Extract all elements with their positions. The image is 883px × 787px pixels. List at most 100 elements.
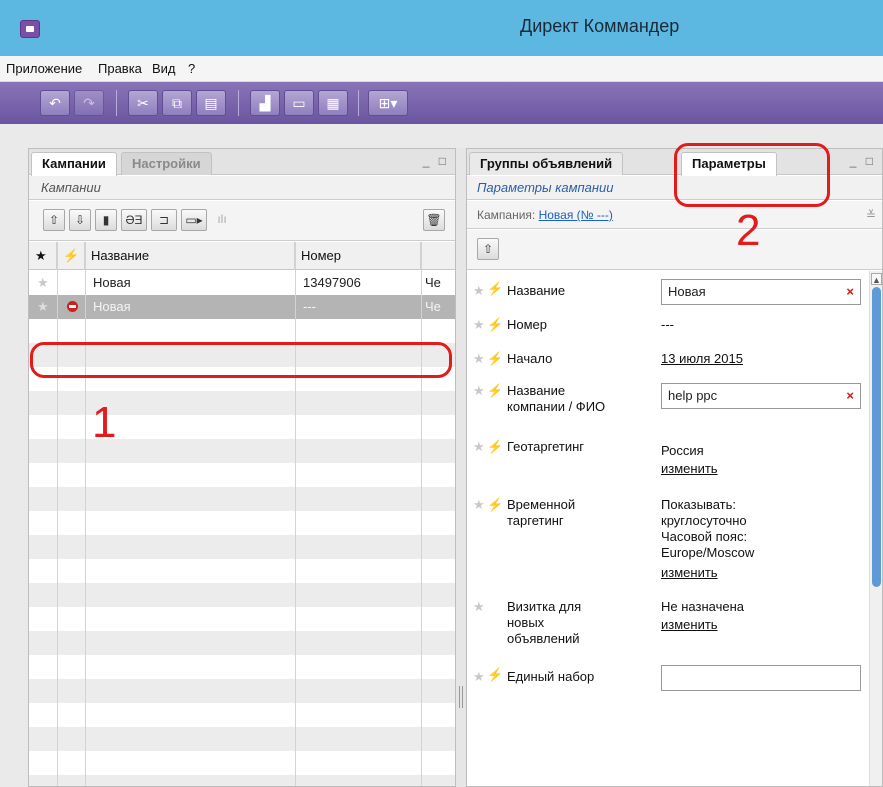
download-button[interactable]: ⇩ xyxy=(69,209,91,231)
parameters-list: ★ ⚡ Название Новая × ★ ⚡ Номер --- ★ ⚡ Н… xyxy=(467,271,869,786)
stats-button[interactable]: ▟ xyxy=(250,90,280,116)
table-row[interactable] xyxy=(29,727,455,751)
single-set-input[interactable] xyxy=(661,665,861,691)
rename-button[interactable]: ƏƎ xyxy=(121,209,147,231)
left-tabstrip: Кампании Настройки _ □ xyxy=(29,149,455,176)
column-number[interactable]: Номер xyxy=(295,242,421,270)
table-row[interactable] xyxy=(29,583,455,607)
table-button[interactable]: ▦ xyxy=(318,90,348,116)
collapse-icon[interactable]: ≚ xyxy=(866,201,876,229)
star-icon[interactable]: ★ xyxy=(473,497,485,513)
menu-edit[interactable]: Правка xyxy=(98,61,142,76)
banner-button[interactable]: ▭ xyxy=(284,90,314,116)
change-time-targeting-link[interactable]: изменить xyxy=(661,565,861,581)
paste-button[interactable]: ▤ xyxy=(196,90,226,116)
annotation-ellipse-1 xyxy=(30,342,452,378)
table-row[interactable] xyxy=(29,559,455,583)
upload-button[interactable]: ⇧ xyxy=(477,238,499,260)
param-label: Геотаргетинг xyxy=(507,439,585,454)
panel-splitter[interactable] xyxy=(456,148,466,787)
star-icon[interactable]: ★ xyxy=(473,283,485,299)
star-icon[interactable]: ★ xyxy=(473,599,485,615)
table-row[interactable] xyxy=(29,511,455,535)
main-toolbar: ↶ ↷ ✂ ⧉ ▤ ▟ ▭ ▦ ⊞▾ xyxy=(0,82,883,124)
tab-parameters[interactable]: Параметры xyxy=(681,152,777,176)
redo-button[interactable]: ↷ xyxy=(74,90,104,116)
stats-button[interactable]: ılı xyxy=(211,209,233,231)
campaign-name-input[interactable]: Новая × xyxy=(661,279,861,305)
campaign-extra: Че xyxy=(425,275,441,290)
table-row[interactable] xyxy=(29,535,455,559)
table-row[interactable] xyxy=(29,319,455,343)
change-vcard-link[interactable]: изменить xyxy=(661,617,861,633)
scroll-up-icon[interactable]: ▲ xyxy=(871,273,882,285)
param-value: Не назначена xyxy=(661,599,744,614)
download-icon: ⇩ xyxy=(74,213,86,227)
tab-campaigns[interactable]: Кампании xyxy=(31,152,117,176)
layout-dropdown-button[interactable]: ⊞▾ xyxy=(368,90,408,116)
paste-icon: ▤ xyxy=(204,95,218,111)
table-row[interactable] xyxy=(29,775,455,786)
stats-icon: ▟ xyxy=(259,95,271,111)
table-row[interactable]: ★ Новая 13497906 Че xyxy=(29,271,455,295)
splitter-grip-icon[interactable] xyxy=(459,686,463,708)
upload-button[interactable]: ⇧ xyxy=(43,209,65,231)
campaign-link[interactable]: Новая (№ ---) xyxy=(539,208,613,222)
import-button[interactable]: ⊐ xyxy=(151,209,177,231)
company-name-input[interactable]: help ppc × xyxy=(661,383,861,409)
scrollbar-thumb[interactable] xyxy=(872,287,881,587)
column-name[interactable]: Название xyxy=(85,242,295,270)
table-row[interactable] xyxy=(29,463,455,487)
param-value: Россия xyxy=(661,443,704,458)
column-bolt[interactable]: ⚡ xyxy=(57,242,85,270)
campaign-number: --- xyxy=(303,299,316,314)
table-row[interactable] xyxy=(29,631,455,655)
clear-icon[interactable]: × xyxy=(846,384,854,408)
column-star[interactable]: ★ xyxy=(29,242,57,270)
stats-icon: ılı xyxy=(217,212,227,226)
left-panel-window-controls[interactable]: _ □ xyxy=(423,154,449,168)
star-icon[interactable]: ★ xyxy=(473,351,485,367)
redo-icon: ↷ xyxy=(83,95,95,111)
star-icon[interactable]: ★ xyxy=(473,383,485,399)
new-campaign-button[interactable]: ▮ xyxy=(95,209,117,231)
change-geo-link[interactable]: изменить xyxy=(661,461,861,477)
table-row[interactable] xyxy=(29,703,455,727)
table-row[interactable] xyxy=(29,679,455,703)
menu-application[interactable]: Приложение xyxy=(6,61,82,76)
star-icon[interactable]: ★ xyxy=(473,439,485,455)
table-row[interactable] xyxy=(29,607,455,631)
upload-icon: ⇧ xyxy=(482,242,494,256)
tab-ad-groups[interactable]: Группы объявлений xyxy=(469,152,624,175)
parameters-panel: Группы объявлений Параметры _ □ Параметр… xyxy=(466,148,883,787)
stop-icon xyxy=(67,301,78,312)
table-row-selected[interactable]: ★ Новая --- Че xyxy=(29,295,455,319)
vertical-scrollbar[interactable]: ▲ xyxy=(869,271,882,786)
menu-view[interactable]: Вид xyxy=(152,61,176,76)
menu-help[interactable]: ? xyxy=(188,61,195,76)
table-row[interactable] xyxy=(29,487,455,511)
bolt-icon: ⚡ xyxy=(487,383,504,398)
delete-button[interactable]: 🗑 xyxy=(423,209,445,231)
parameters-toolbar: ⇧ xyxy=(467,230,882,270)
campaign-number: 13497906 xyxy=(303,275,361,290)
star-icon[interactable]: ★ xyxy=(31,271,49,295)
clear-icon[interactable]: × xyxy=(846,280,854,304)
star-icon[interactable]: ★ xyxy=(31,295,49,319)
star-icon[interactable]: ★ xyxy=(473,669,485,685)
table-row[interactable] xyxy=(29,751,455,775)
app-icon[interactable] xyxy=(20,20,40,38)
tab-settings[interactable]: Настройки xyxy=(121,152,212,175)
copy-button[interactable]: ⧉ xyxy=(162,90,192,116)
table-row[interactable] xyxy=(29,655,455,679)
bolt-icon: ⚡ xyxy=(487,497,504,512)
right-panel-window-controls[interactable]: _ □ xyxy=(850,154,876,168)
campaign-name: Новая xyxy=(93,299,131,314)
star-icon[interactable]: ★ xyxy=(473,317,485,333)
cut-button[interactable]: ✂ xyxy=(128,90,158,116)
start-date-link[interactable]: 13 июля 2015 xyxy=(661,351,861,367)
export-button[interactable]: ▭▸ xyxy=(181,209,207,231)
campaign-name: Новая xyxy=(93,275,131,290)
bolt-icon: ⚡ xyxy=(487,439,504,454)
undo-button[interactable]: ↶ xyxy=(40,90,70,116)
